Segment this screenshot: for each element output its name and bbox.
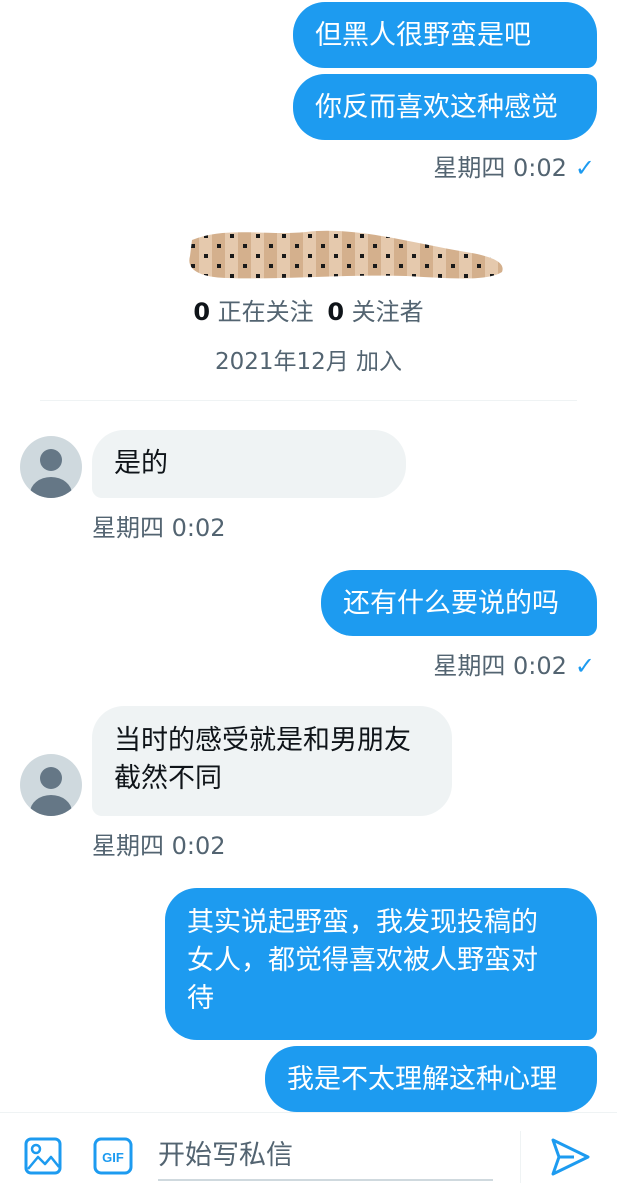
outgoing-message[interactable]: 但黑人很野蛮是吧 [293, 2, 597, 68]
read-check-icon: ✓ [574, 154, 595, 182]
avatar-placeholder-icon [30, 767, 72, 816]
message-timestamp: 星期四 0:02 [92, 514, 226, 542]
image-button[interactable] [22, 1135, 64, 1177]
message-timestamp: 星期四 0:02 ✓ [433, 154, 595, 182]
divider [40, 400, 577, 401]
message-text: 但黑人很野蛮是吧 [315, 20, 531, 51]
profile-joined-date: 2021年12月 加入 [214, 349, 403, 375]
following-count: 0 [193, 298, 211, 326]
message-text: 是的 [114, 448, 168, 479]
gif-label: GIF [102, 1150, 124, 1165]
message-timestamp: 星期四 0:02 ✓ [433, 652, 595, 680]
avatar-placeholder-icon [30, 449, 72, 498]
message-text: 截然不同 [114, 763, 222, 794]
profile-follow-stats: 0 正在关注 0 关注者 [0, 292, 617, 327]
send-button[interactable] [548, 1135, 592, 1179]
dm-message-input[interactable] [158, 1125, 498, 1185]
message-timestamp: 星期四 0:02 [92, 832, 226, 860]
sender-avatar[interactable] [20, 754, 82, 816]
dm-composer: GIF [0, 1112, 617, 1200]
incoming-message[interactable]: 是的 [92, 430, 406, 498]
message-text: 当时的感受就是和男朋友 [114, 725, 411, 756]
gif-icon: GIF [93, 1137, 133, 1175]
message-text: 还有什么要说的吗 [343, 588, 559, 619]
read-check-icon: ✓ [574, 652, 595, 680]
outgoing-message[interactable]: 其实说起野蛮，我发现投稿的 女人，都觉得喜欢被人野蛮对 待 [165, 888, 597, 1040]
followers-count: 0 [327, 298, 345, 326]
input-underline [158, 1179, 493, 1181]
send-icon [551, 1138, 590, 1176]
image-icon [24, 1137, 62, 1175]
composer-separator [520, 1131, 521, 1183]
message-text: 你反而喜欢这种感觉 [315, 92, 558, 123]
following-label: 正在关注 [217, 298, 314, 326]
outgoing-message[interactable]: 还有什么要说的吗 [321, 570, 597, 636]
message-text: 其实说起野蛮，我发现投稿的 [187, 907, 538, 938]
sender-avatar[interactable] [20, 436, 82, 498]
message-thread[interactable]: 但黑人很野蛮是吧 你反而喜欢这种感觉 星期四 0:02 ✓ 0 正在关注 0 关注… [0, 0, 617, 1112]
followers-label: 关注者 [351, 298, 424, 326]
message-text: 待 [187, 983, 214, 1014]
message-text: 我是不太理解这种心理 [287, 1064, 557, 1095]
outgoing-message[interactable]: 你反而喜欢这种感觉 [293, 74, 597, 140]
redacted-profile-name [189, 230, 503, 279]
incoming-message[interactable]: 当时的感受就是和男朋友 截然不同 [92, 706, 452, 816]
message-text: 女人，都觉得喜欢被人野蛮对 [187, 945, 538, 976]
gif-button[interactable]: GIF [92, 1135, 134, 1177]
outgoing-message[interactable]: 我是不太理解这种心理 [265, 1046, 597, 1112]
